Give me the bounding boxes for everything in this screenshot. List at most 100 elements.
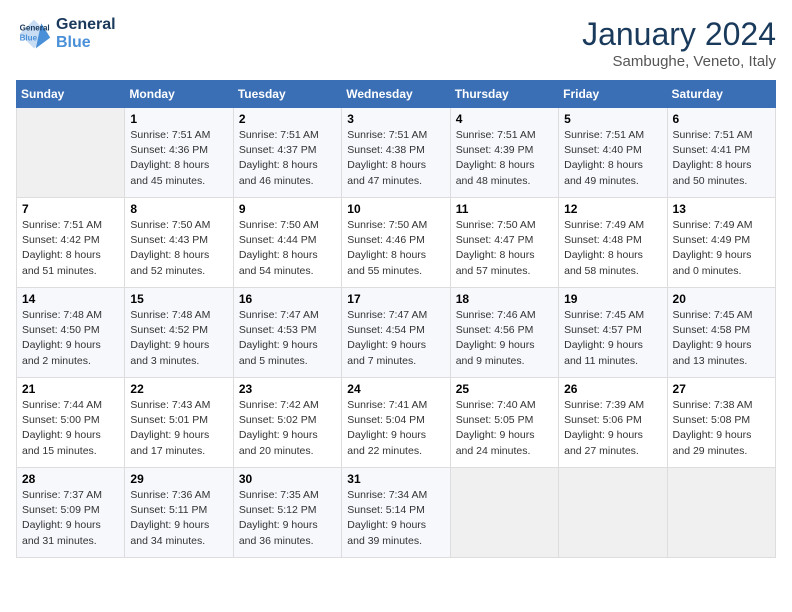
calendar-cell: 24 Sunrise: 7:41 AM Sunset: 5:04 PM Dayli… xyxy=(342,378,450,468)
calendar-cell: 25 Sunrise: 7:40 AM Sunset: 5:05 PM Dayli… xyxy=(450,378,558,468)
month-title: January 2024 xyxy=(582,16,776,53)
calendar-cell: 5Sunrise: 7:51 AM Sunset: 4:40 PM Daylig… xyxy=(559,108,667,198)
day-number: 8 xyxy=(130,202,227,216)
svg-text:General: General xyxy=(20,23,50,32)
day-info: Sunrise: 7:37 AM Sunset: 5:09 PM Dayligh… xyxy=(22,488,119,549)
calendar-cell: 11 Sunrise: 7:50 AM Sunset: 4:47 PM Dayli… xyxy=(450,198,558,288)
calendar-cell: 4 Sunrise: 7:51 AM Sunset: 4:39 PM Daylig… xyxy=(450,108,558,198)
day-info: Sunrise: 7:50 AM Sunset: 4:44 PM Dayligh… xyxy=(239,218,336,279)
calendar-cell: 18 Sunrise: 7:46 AM Sunset: 4:56 PM Dayli… xyxy=(450,288,558,378)
day-number: 27 xyxy=(673,382,770,396)
header-cell-wednesday: Wednesday xyxy=(342,81,450,108)
calendar-cell xyxy=(17,108,125,198)
day-number: 17 xyxy=(347,292,444,306)
calendar-table: SundayMondayTuesdayWednesdayThursdayFrid… xyxy=(16,80,776,558)
day-number: 1 xyxy=(130,112,227,126)
calendar-cell: 27Sunrise: 7:38 AM Sunset: 5:08 PM Dayli… xyxy=(667,378,775,468)
day-number: 28 xyxy=(22,472,119,486)
day-info: Sunrise: 7:51 AM Sunset: 4:37 PM Dayligh… xyxy=(239,128,336,189)
logo-text-blue: Blue xyxy=(56,34,116,52)
title-block: January 2024 Sambughe, Veneto, Italy xyxy=(582,16,776,70)
day-info: Sunrise: 7:47 AM Sunset: 4:53 PM Dayligh… xyxy=(239,308,336,369)
day-number: 3 xyxy=(347,112,444,126)
day-info: Sunrise: 7:42 AM Sunset: 5:02 PM Dayligh… xyxy=(239,398,336,459)
calendar-cell xyxy=(450,468,558,558)
logo-icon: General Blue xyxy=(16,16,52,52)
day-number: 2 xyxy=(239,112,336,126)
day-number: 11 xyxy=(456,202,553,216)
day-number: 31 xyxy=(347,472,444,486)
calendar-cell: 15Sunrise: 7:48 AM Sunset: 4:52 PM Dayli… xyxy=(125,288,233,378)
day-number: 16 xyxy=(239,292,336,306)
calendar-cell: 2 Sunrise: 7:51 AM Sunset: 4:37 PM Daylig… xyxy=(233,108,341,198)
day-number: 24 xyxy=(347,382,444,396)
day-info: Sunrise: 7:34 AM Sunset: 5:14 PM Dayligh… xyxy=(347,488,444,549)
day-number: 4 xyxy=(456,112,553,126)
day-info: Sunrise: 7:41 AM Sunset: 5:04 PM Dayligh… xyxy=(347,398,444,459)
day-info: Sunrise: 7:35 AM Sunset: 5:12 PM Dayligh… xyxy=(239,488,336,549)
day-number: 25 xyxy=(456,382,553,396)
day-info: Sunrise: 7:43 AM Sunset: 5:01 PM Dayligh… xyxy=(130,398,227,459)
header-cell-monday: Monday xyxy=(125,81,233,108)
day-info: Sunrise: 7:46 AM Sunset: 4:56 PM Dayligh… xyxy=(456,308,553,369)
day-number: 29 xyxy=(130,472,227,486)
day-info: Sunrise: 7:47 AM Sunset: 4:54 PM Dayligh… xyxy=(347,308,444,369)
calendar-body: 1 Sunrise: 7:51 AM Sunset: 4:36 PM Daylig… xyxy=(17,108,776,558)
day-number: 7 xyxy=(22,202,119,216)
logo-text-general: General xyxy=(56,16,116,34)
day-number: 30 xyxy=(239,472,336,486)
week-row-5: 28 Sunrise: 7:37 AM Sunset: 5:09 PM Dayli… xyxy=(17,468,776,558)
calendar-cell: 28 Sunrise: 7:37 AM Sunset: 5:09 PM Dayli… xyxy=(17,468,125,558)
day-info: Sunrise: 7:39 AM Sunset: 5:06 PM Dayligh… xyxy=(564,398,661,459)
calendar-cell: 30 Sunrise: 7:35 AM Sunset: 5:12 PM Dayli… xyxy=(233,468,341,558)
day-info: Sunrise: 7:51 AM Sunset: 4:42 PM Dayligh… xyxy=(22,218,119,279)
day-number: 10 xyxy=(347,202,444,216)
day-number: 18 xyxy=(456,292,553,306)
day-info: Sunrise: 7:49 AM Sunset: 4:49 PM Dayligh… xyxy=(673,218,770,279)
calendar-cell: 21Sunrise: 7:44 AM Sunset: 5:00 PM Dayli… xyxy=(17,378,125,468)
svg-text:Blue: Blue xyxy=(20,33,38,42)
calendar-cell: 3 Sunrise: 7:51 AM Sunset: 4:38 PM Daylig… xyxy=(342,108,450,198)
calendar-cell: 19Sunrise: 7:45 AM Sunset: 4:57 PM Dayli… xyxy=(559,288,667,378)
day-number: 23 xyxy=(239,382,336,396)
day-info: Sunrise: 7:49 AM Sunset: 4:48 PM Dayligh… xyxy=(564,218,661,279)
header-cell-tuesday: Tuesday xyxy=(233,81,341,108)
calendar-cell: 17 Sunrise: 7:47 AM Sunset: 4:54 PM Dayli… xyxy=(342,288,450,378)
day-info: Sunrise: 7:50 AM Sunset: 4:47 PM Dayligh… xyxy=(456,218,553,279)
day-info: Sunrise: 7:36 AM Sunset: 5:11 PM Dayligh… xyxy=(130,488,227,549)
calendar-cell: 8 Sunrise: 7:50 AM Sunset: 4:43 PM Daylig… xyxy=(125,198,233,288)
day-number: 13 xyxy=(673,202,770,216)
header-cell-thursday: Thursday xyxy=(450,81,558,108)
day-info: Sunrise: 7:51 AM Sunset: 4:39 PM Dayligh… xyxy=(456,128,553,189)
header-row: SundayMondayTuesdayWednesdayThursdayFrid… xyxy=(17,81,776,108)
header-cell-friday: Friday xyxy=(559,81,667,108)
day-number: 9 xyxy=(239,202,336,216)
day-number: 22 xyxy=(130,382,227,396)
day-info: Sunrise: 7:50 AM Sunset: 4:43 PM Dayligh… xyxy=(130,218,227,279)
logo: General Blue General Blue xyxy=(16,16,116,52)
week-row-1: 1 Sunrise: 7:51 AM Sunset: 4:36 PM Daylig… xyxy=(17,108,776,198)
day-info: Sunrise: 7:45 AM Sunset: 4:57 PM Dayligh… xyxy=(564,308,661,369)
calendar-cell xyxy=(559,468,667,558)
calendar-cell: 14Sunrise: 7:48 AM Sunset: 4:50 PM Dayli… xyxy=(17,288,125,378)
calendar-cell: 6Sunrise: 7:51 AM Sunset: 4:41 PM Daylig… xyxy=(667,108,775,198)
day-info: Sunrise: 7:51 AM Sunset: 4:36 PM Dayligh… xyxy=(130,128,227,189)
week-row-4: 21Sunrise: 7:44 AM Sunset: 5:00 PM Dayli… xyxy=(17,378,776,468)
week-row-2: 7 Sunrise: 7:51 AM Sunset: 4:42 PM Daylig… xyxy=(17,198,776,288)
calendar-cell xyxy=(667,468,775,558)
day-info: Sunrise: 7:51 AM Sunset: 4:41 PM Dayligh… xyxy=(673,128,770,189)
day-info: Sunrise: 7:48 AM Sunset: 4:50 PM Dayligh… xyxy=(22,308,119,369)
day-info: Sunrise: 7:51 AM Sunset: 4:38 PM Dayligh… xyxy=(347,128,444,189)
calendar-cell: 1 Sunrise: 7:51 AM Sunset: 4:36 PM Daylig… xyxy=(125,108,233,198)
day-info: Sunrise: 7:40 AM Sunset: 5:05 PM Dayligh… xyxy=(456,398,553,459)
week-row-3: 14Sunrise: 7:48 AM Sunset: 4:50 PM Dayli… xyxy=(17,288,776,378)
calendar-cell: 31 Sunrise: 7:34 AM Sunset: 5:14 PM Dayli… xyxy=(342,468,450,558)
day-number: 20 xyxy=(673,292,770,306)
day-info: Sunrise: 7:51 AM Sunset: 4:40 PM Dayligh… xyxy=(564,128,661,189)
page-header: General Blue General Blue January 2024 S… xyxy=(16,16,776,70)
calendar-cell: 7 Sunrise: 7:51 AM Sunset: 4:42 PM Daylig… xyxy=(17,198,125,288)
calendar-cell: 22 Sunrise: 7:43 AM Sunset: 5:01 PM Dayli… xyxy=(125,378,233,468)
calendar-cell: 20Sunrise: 7:45 AM Sunset: 4:58 PM Dayli… xyxy=(667,288,775,378)
calendar-cell: 10Sunrise: 7:50 AM Sunset: 4:46 PM Dayli… xyxy=(342,198,450,288)
day-number: 26 xyxy=(564,382,661,396)
